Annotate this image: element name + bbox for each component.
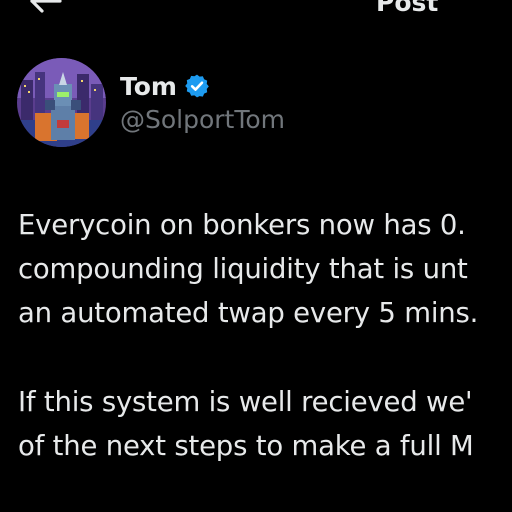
post-paragraph: Everycoin on bonkers now has 0. compound… [18,203,512,335]
back-button[interactable] [26,0,66,26]
author-name-row: Tom [120,69,210,103]
post-line: Everycoin on bonkers now has 0. [18,209,466,241]
post-paragraph: If this system is well recieved we' of t… [18,380,512,468]
avatar[interactable] [17,58,106,147]
arrow-left-icon [30,0,62,13]
author-display-name[interactable]: Tom [120,72,177,101]
post-line: of the next steps to make a full M [18,430,474,462]
page-title: Post [376,0,439,17]
top-bar: Post [0,0,512,30]
post-line: compounding liquidity that is unt [18,253,468,285]
post-line: If this system is well recieved we' [18,386,473,418]
author-handle[interactable]: @SolportTom [120,105,285,134]
post-line: an automated twap every 5 mins. [18,297,479,329]
verified-badge-icon [185,74,209,98]
post-text: Everycoin on bonkers now has 0. compound… [18,203,512,468]
